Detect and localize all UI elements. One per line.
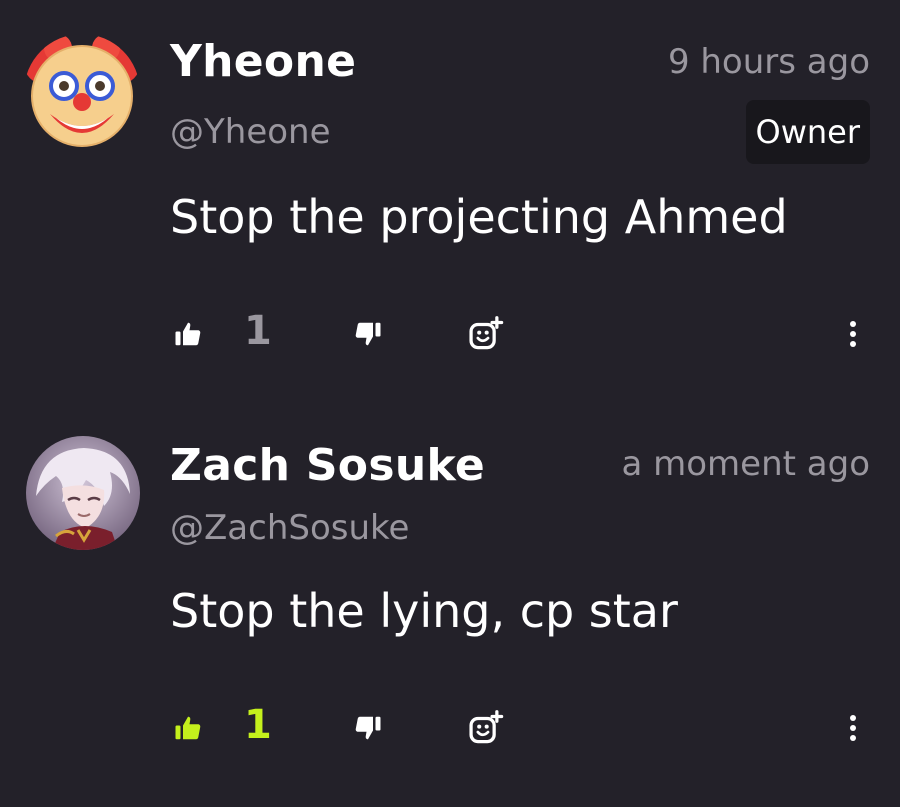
comment-actions: 1 xyxy=(0,304,900,364)
vertical-dots-icon xyxy=(850,715,856,741)
comment-text: Stop the projecting Ahmed xyxy=(170,190,788,244)
vertical-dots-icon xyxy=(850,321,856,347)
timestamp: 9 hours ago xyxy=(667,42,870,82)
add-reaction-button[interactable] xyxy=(462,304,510,364)
clown-face-icon xyxy=(24,34,140,147)
like-button[interactable] xyxy=(166,698,210,758)
comment-actions: 1 xyxy=(0,698,900,758)
thumbs-down-icon xyxy=(355,322,381,346)
comment-text: Stop the lying, cp star xyxy=(170,584,678,638)
add-reaction-button[interactable] xyxy=(462,698,510,758)
like-count: 1 xyxy=(244,308,272,354)
anime-character-avatar xyxy=(26,436,140,550)
like-count: 1 xyxy=(244,702,272,748)
owner-badge: Owner xyxy=(745,100,870,164)
thumbs-up-icon xyxy=(175,716,201,740)
thumbs-down-icon xyxy=(355,716,381,740)
author-name[interactable]: Yheone xyxy=(170,36,356,87)
avatar[interactable] xyxy=(26,436,140,550)
add-emoji-icon xyxy=(469,316,504,350)
comment-item: Zach Sosuke @ZachSosuke a moment ago Sto… xyxy=(0,400,900,807)
avatar[interactable] xyxy=(24,34,140,150)
dislike-button[interactable] xyxy=(346,698,390,758)
author-name[interactable]: Zach Sosuke xyxy=(170,440,485,491)
author-handle[interactable]: @ZachSosuke xyxy=(170,508,409,548)
like-button[interactable] xyxy=(166,304,210,364)
author-handle[interactable]: @Yheone xyxy=(170,112,331,152)
more-options-button[interactable] xyxy=(836,304,870,364)
dislike-button[interactable] xyxy=(346,304,390,364)
comment-item: Yheone @Yheone 9 hours ago Owner Stop th… xyxy=(0,0,900,400)
timestamp: a moment ago xyxy=(621,444,870,484)
thumbs-up-icon xyxy=(175,322,201,346)
more-options-button[interactable] xyxy=(836,698,870,758)
add-emoji-icon xyxy=(469,710,504,744)
